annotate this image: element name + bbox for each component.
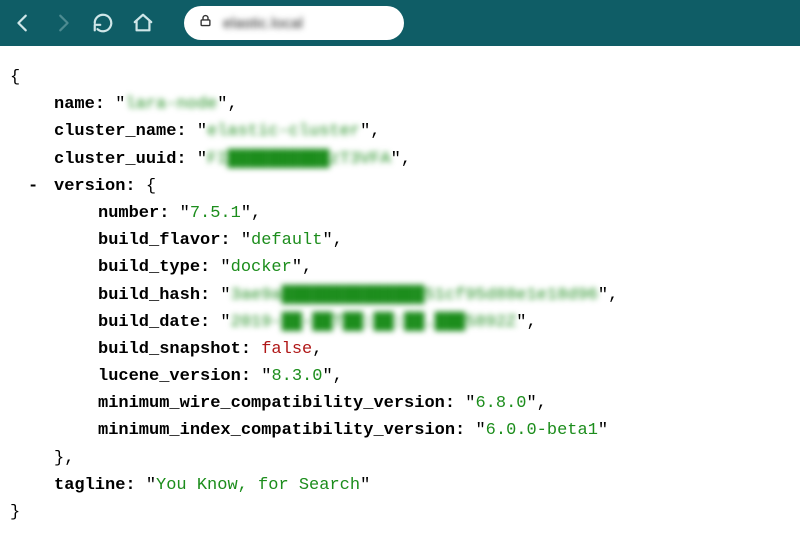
brace-close-version: }, (10, 445, 790, 472)
json-field-number: number: "7.5.1", (10, 200, 790, 227)
url-text: elastic.local (223, 15, 303, 32)
json-field-min-wire-compat: minimum_wire_compatibility_version: "6.8… (10, 390, 790, 417)
json-field-cluster-name: cluster_name: "elastic-cluster", (10, 118, 790, 145)
forward-button[interactable] (50, 10, 76, 36)
brace-open: { (10, 64, 790, 91)
json-field-name: name: "lara-node", (10, 91, 790, 118)
json-field-tagline: tagline: "You Know, for Search" (10, 472, 790, 499)
reload-button[interactable] (90, 10, 116, 36)
json-field-build-date: build_date: "2019-██-██T██:██:██.███5892… (10, 309, 790, 336)
json-field-build-hash: build_hash: "3ae9a██████████████51cf95d8… (10, 282, 790, 309)
url-bar[interactable]: elastic.local (184, 6, 404, 40)
json-field-build-flavor: build_flavor: "default", (10, 227, 790, 254)
lock-icon (198, 13, 213, 33)
brace-close: } (10, 499, 790, 526)
json-field-min-index-compat: minimum_index_compatibility_version: "6.… (10, 417, 790, 444)
json-field-build-type: build_type: "docker", (10, 254, 790, 281)
json-field-build-snapshot: build_snapshot: false, (10, 336, 790, 363)
json-field-lucene-version: lucene_version: "8.3.0", (10, 363, 790, 390)
json-viewer: { name: "lara-node", cluster_name: "elas… (0, 46, 800, 536)
json-field-version[interactable]: version: { (10, 173, 790, 200)
browser-toolbar: elastic.local (0, 0, 800, 46)
json-field-cluster-uuid: cluster_uuid: "FI██████████zT3VFA", (10, 146, 790, 173)
home-button[interactable] (130, 10, 156, 36)
back-button[interactable] (10, 10, 36, 36)
